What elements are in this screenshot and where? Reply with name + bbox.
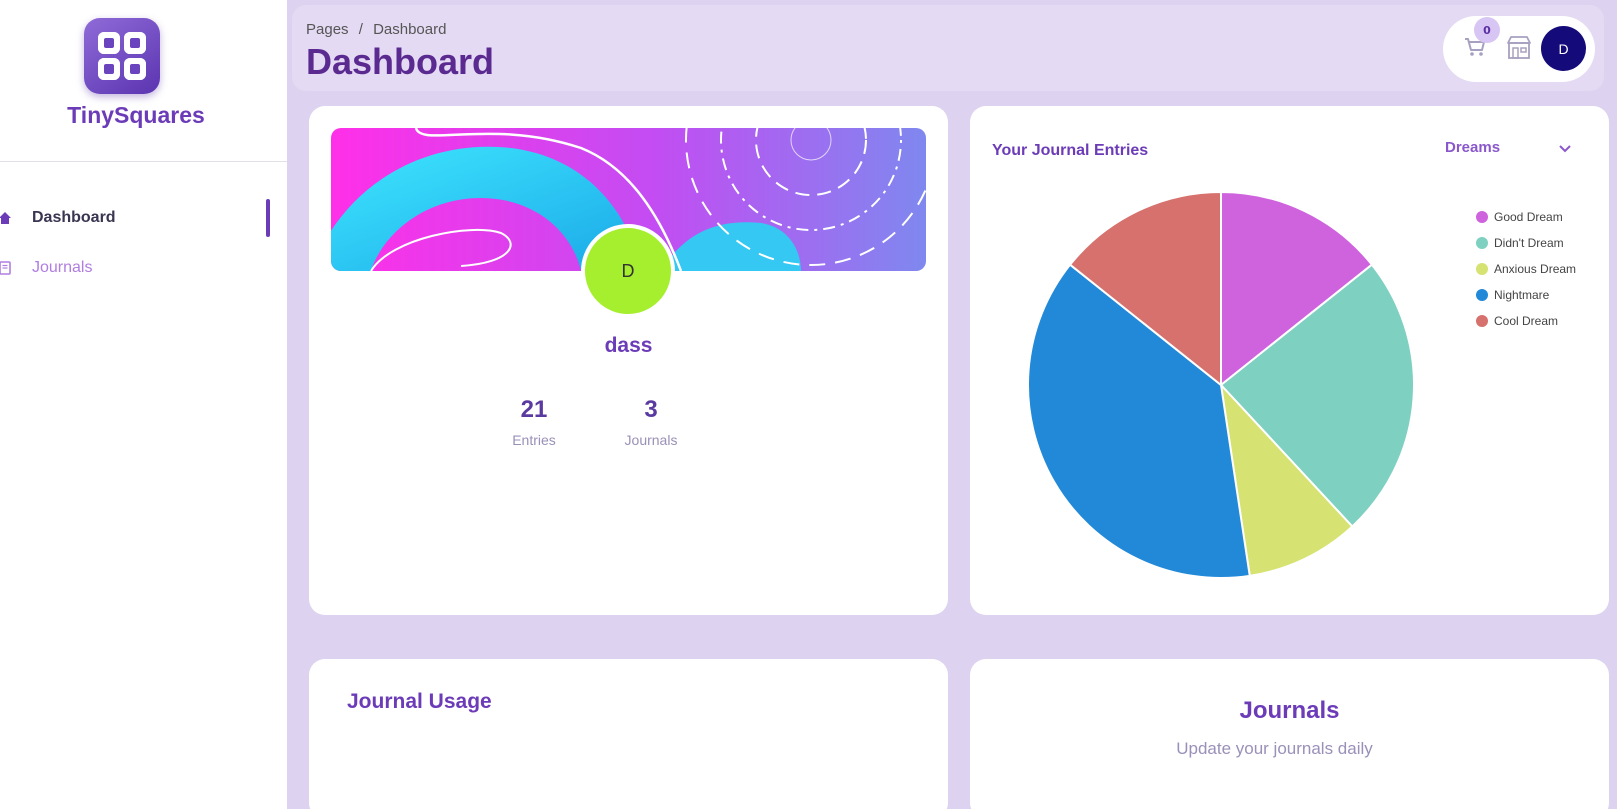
legend-swatch <box>1476 315 1488 327</box>
legend-swatch <box>1476 263 1488 275</box>
legend-label: Cool Dream <box>1494 314 1558 328</box>
legend-item[interactable]: Cool Dream <box>1476 314 1558 328</box>
sidebar-item-label: Dashboard <box>32 209 116 226</box>
journals-title: Journals <box>1239 697 1340 724</box>
stat-label: Journals <box>624 432 678 448</box>
legend-label: Anxious Dream <box>1494 262 1576 276</box>
book-icon <box>0 261 12 275</box>
stat-journals: 3 Journals <box>606 396 696 448</box>
legend-swatch <box>1476 211 1488 223</box>
legend-item[interactable]: Good Dream <box>1476 210 1563 224</box>
legend-swatch <box>1476 237 1488 249</box>
legend-label: Nightmare <box>1494 288 1550 302</box>
legend-label: Didn't Dream <box>1494 236 1564 250</box>
stat-label: Entries <box>512 432 556 448</box>
usage-title: Journal Usage <box>347 690 492 713</box>
logo-square-icon <box>98 58 120 80</box>
stat-value: 3 <box>644 396 658 423</box>
logo-square-icon <box>124 32 146 54</box>
legend-item[interactable]: Nightmare <box>1476 288 1550 302</box>
legend-item[interactable]: Anxious Dream <box>1476 262 1576 276</box>
sidebar: TinySquares Dashboard Journals <box>0 0 287 809</box>
active-indicator <box>266 199 270 237</box>
legend-label: Good Dream <box>1494 210 1563 224</box>
sidebar-item-journals[interactable]: Journals <box>0 253 287 283</box>
brand-name: TinySquares <box>67 102 205 128</box>
logo-square-icon <box>98 32 120 54</box>
sidebar-item-dashboard[interactable]: Dashboard <box>0 199 287 237</box>
legend-swatch <box>1476 289 1488 301</box>
stat-entries: 21 Entries <box>489 396 579 448</box>
top-header: Pages / Dashboard Dashboard <box>292 5 1604 91</box>
page-title: Dashboard <box>306 41 495 82</box>
pie-chart: Good Dream Didn't Dream Anxious Dream Night… <box>1027 190 1576 579</box>
logo-square-icon <box>124 58 146 80</box>
home-icon <box>0 211 12 225</box>
breadcrumb-root[interactable]: Pages <box>306 21 349 38</box>
legend-item[interactable]: Didn't Dream <box>1476 236 1564 250</box>
sidebar-divider <box>0 161 287 162</box>
profile-username: dass <box>604 334 653 357</box>
breadcrumb: Pages / Dashboard <box>306 21 446 38</box>
breadcrumb-separator: / <box>358 21 363 38</box>
app-logo[interactable] <box>84 18 160 94</box>
breadcrumb-current: Dashboard <box>373 21 447 38</box>
journal-usage-card: Journal Usage <box>309 659 948 809</box>
sidebar-item-label: Journals <box>32 259 93 276</box>
cart-count-badge: 0 <box>1474 17 1500 43</box>
stat-value: 21 <box>520 396 548 423</box>
journals-card: Journals Update your journals daily <box>970 659 1609 809</box>
journal-entries-card: Your Journal Entries Dreams Good Dream Di… <box>970 106 1609 615</box>
profile-card: D dass 21 Entries 3 Journals <box>309 106 948 615</box>
user-avatar[interactable]: D <box>1541 26 1586 71</box>
store-icon[interactable] <box>1504 33 1534 63</box>
profile-avatar[interactable]: D <box>581 224 675 318</box>
journals-subtitle: Update your journals daily <box>1176 739 1373 758</box>
